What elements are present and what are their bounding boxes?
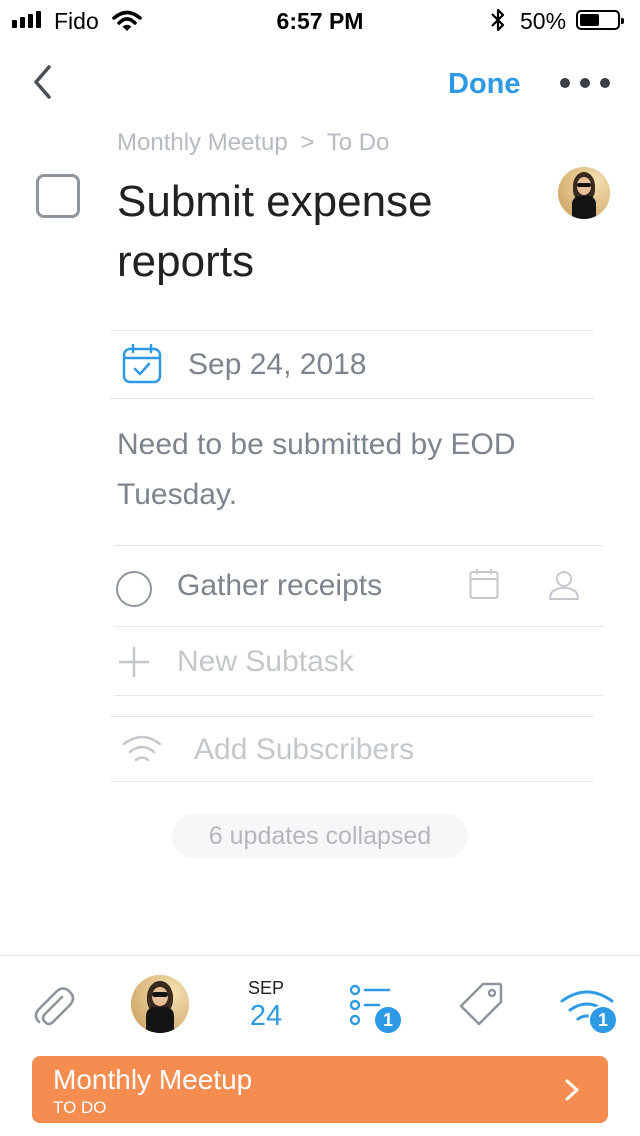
divider [110, 398, 594, 399]
calendar-check-icon[interactable] [122, 344, 162, 384]
subscribers-count-badge: 1 [588, 1005, 618, 1035]
project-name: Monthly Meetup [53, 1064, 253, 1095]
done-button[interactable]: Done [448, 68, 521, 101]
subtask-checkbox[interactable] [116, 571, 152, 607]
subtask-label[interactable]: Gather receipts [177, 569, 382, 603]
back-icon[interactable] [28, 62, 58, 102]
breadcrumb-section[interactable]: To Do [327, 129, 390, 156]
breadcrumb-separator: > [300, 129, 315, 156]
status-bar: Fido 6:57 PM 50% [0, 0, 640, 40]
plus-icon[interactable] [117, 645, 151, 679]
divider [110, 781, 594, 782]
project-section: TO DO [53, 1098, 107, 1117]
divider [114, 626, 604, 627]
battery-icon [576, 10, 624, 30]
assignee-avatar-toolbar[interactable] [131, 975, 189, 1033]
due-date[interactable]: Sep 24, 2018 [188, 348, 367, 382]
assignee-avatar[interactable] [558, 167, 610, 219]
subtask-calendar-icon[interactable] [469, 568, 499, 600]
task-complete-checkbox[interactable] [36, 174, 80, 218]
tag-icon[interactable] [457, 980, 505, 1028]
add-subscribers-button[interactable]: Add Subscribers [194, 733, 414, 767]
toolbar-date-day[interactable]: 24 [236, 1000, 296, 1033]
checklist-count-badge: 1 [373, 1005, 403, 1035]
task-title[interactable]: Submit expense reports [117, 172, 537, 292]
subtask-assign-icon[interactable] [548, 569, 580, 601]
breadcrumb-project[interactable]: Monthly Meetup [117, 129, 288, 156]
chevron-right-icon [565, 1079, 579, 1101]
divider [114, 545, 604, 546]
bluetooth-icon [491, 8, 505, 32]
divider [110, 716, 594, 717]
paperclip-icon[interactable] [32, 983, 76, 1029]
new-subtask-input[interactable]: New Subtask [177, 645, 354, 679]
updates-collapsed-pill[interactable]: 6 updates collapsed [172, 814, 468, 858]
project-bar[interactable]: Monthly Meetup TO DO [32, 1056, 608, 1123]
breadcrumb: Monthly Meetup > To Do [117, 129, 389, 157]
divider [110, 330, 594, 331]
toolbar-date-month[interactable]: SEP [236, 978, 296, 999]
more-options-icon[interactable] [558, 72, 612, 94]
battery-percent: 50% [520, 8, 567, 34]
subscribers-icon[interactable] [122, 734, 162, 766]
divider [114, 695, 604, 696]
task-notes[interactable]: Need to be submitted by EOD Tuesday. [117, 420, 587, 520]
toolbar-divider [0, 955, 640, 956]
